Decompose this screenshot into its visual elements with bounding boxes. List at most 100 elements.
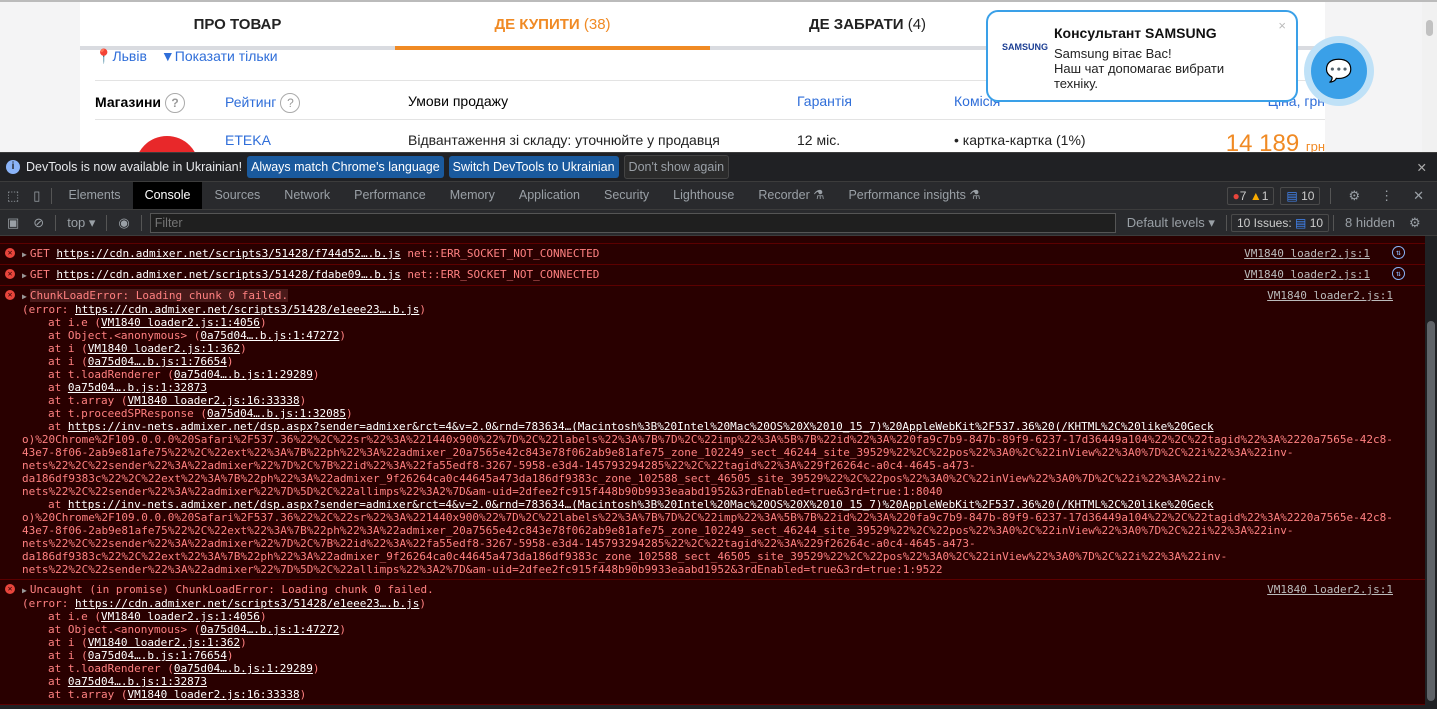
issues-icon: ▤ — [1286, 188, 1298, 203]
pin-icon: 📍 — [95, 48, 113, 64]
stack-frame-url: 43e7-8f06-2ab9e81afe75%22%2C%22ext%22%3A… — [22, 524, 1294, 537]
expand-icon[interactable]: ▶ — [22, 250, 27, 259]
error-icon: ✕ — [5, 269, 15, 279]
network-icon[interactable]: ⇅ — [1392, 267, 1405, 280]
stack-frame: at i.e (VM1840 loader2.js:1:4056) — [48, 610, 267, 623]
gear-icon[interactable]: ⚙ — [1341, 188, 1367, 204]
more-icon[interactable]: ⋮ — [1373, 188, 1400, 204]
dont-show-button[interactable]: Don't show again — [623, 155, 730, 179]
console-messages: ✕ ▶ GET https://cdn.admixer.net/scripts3/5… — [0, 236, 1425, 705]
stack-frame: at t.loadRenderer (0a75d04….b.js:1:29289… — [48, 662, 320, 675]
console-error[interactable]: ✕ ▶ ChunkLoadError: Loading chunk 0 failed… — [0, 286, 1425, 580]
error-icon: ● — [1232, 188, 1240, 203]
expand-icon[interactable]: ▶ — [22, 292, 27, 301]
context-select[interactable]: top ▾ — [60, 215, 102, 231]
error-warning-counter[interactable]: ●7 ▲1 — [1226, 186, 1275, 205]
stack-frame-url: o)%20Chrome%2F109.0.0.0%20Safari%2F537.3… — [22, 511, 1393, 524]
devtools-infobar: i DevTools is now available in Ukrainian… — [0, 152, 1437, 182]
filter-link[interactable]: ▼Показати тільки — [161, 48, 278, 65]
stack-frame-url: nets%22%2C%22sender%22%3A%22admixer%22%7… — [22, 537, 976, 550]
devtools-tabs: ⬚ ▯ Elements Console Sources Network Per… — [0, 182, 1437, 210]
stack-frame: at 0a75d04….b.js:1:32873 — [48, 675, 207, 688]
tab-pickup[interactable]: ДЕ ЗАБРАТИ (4) — [710, 2, 1025, 46]
web-page: ПРО ТОВАР ДЕ КУПИТИ (38) ДЕ ЗАБРАТИ (4) … — [0, 0, 1437, 152]
sidebar-toggle-icon[interactable]: ▣ — [0, 215, 26, 231]
stack-frame-url: o)%20Chrome%2F109.0.0.0%20Safari%2F537.3… — [22, 433, 1393, 446]
match-language-button[interactable]: Always match Chrome's language — [247, 156, 444, 178]
stack-frame-url: 43e7-8f06-2ab9e81afe75%22%2C%22ext%22%3A… — [22, 446, 1294, 459]
tab-network[interactable]: Network — [272, 182, 342, 209]
tab-application[interactable]: Application — [507, 182, 592, 209]
sort-warranty[interactable]: Гарантія — [797, 93, 852, 109]
chat-button[interactable]: 💬 — [1304, 36, 1374, 106]
issues-button[interactable]: 10 Issues: ▤ 10 — [1230, 213, 1330, 232]
tab-elements[interactable]: Elements — [56, 182, 132, 209]
tab-memory[interactable]: Memory — [438, 182, 507, 209]
stack-frame: at Object.<anonymous> (0a75d04….b.js:1:4… — [48, 329, 347, 342]
tab-security[interactable]: Security — [592, 182, 661, 209]
console-error[interactable]: ✕ ▶ GET https://cdn.admixer.net/scripts3/5… — [0, 265, 1425, 286]
stack-trace: at i.e (VM1840 loader2.js:1:4056) at Obje… — [22, 316, 1425, 420]
expand-icon[interactable]: ▶ — [22, 271, 27, 280]
error-icon: ✕ — [5, 290, 15, 300]
stack-frame-url: da186df9383c%22%2C%22ext%22%3A%7B%22ph%2… — [22, 550, 1228, 563]
network-icon[interactable]: ⇅ — [1392, 246, 1405, 259]
inspect-icon[interactable]: ⬚ — [0, 188, 26, 204]
switch-language-button[interactable]: Switch DevTools to Ukrainian — [448, 156, 619, 178]
device-toggle-icon[interactable]: ▯ — [26, 188, 47, 204]
close-devtools-icon[interactable]: ✕ — [1406, 188, 1431, 204]
console-toolbar: ▣ ⊘ top ▾ ◉ Default levels ▾ 10 Issues: … — [0, 210, 1437, 236]
stack-trace: at i.e (VM1840 loader2.js:1:4056) at Obje… — [22, 610, 1425, 701]
tab-performance[interactable]: Performance — [342, 182, 438, 209]
page-scrollbar[interactable] — [1422, 2, 1437, 152]
chat-popup: SAMSUNG Консультант SAMSUNG Samsung віта… — [986, 10, 1298, 102]
tab-performance-insights[interactable]: Performance insights ⚗ — [836, 182, 992, 209]
table-row: ETEKA Відвантаження зі складу: уточнюйте… — [95, 120, 1325, 152]
help-icon[interactable]: ? — [165, 93, 186, 113]
stack-frame-url: da186df9383c%22%2C%22ext%22%3A%7B%22ph%2… — [22, 472, 1228, 485]
stack-frame: at Object.<anonymous> (0a75d04….b.js:1:4… — [48, 623, 347, 636]
location-link[interactable]: 📍Львів — [95, 48, 147, 65]
console-error[interactable]: ✕ ▶ GET https://cdn.admixer.net/scripts3/5… — [0, 244, 1425, 265]
tab-console[interactable]: Console — [132, 182, 203, 209]
issues-icon: ▤ — [1295, 215, 1307, 230]
clear-console-icon[interactable]: ⊘ — [26, 215, 51, 231]
filter-input[interactable] — [149, 212, 1116, 233]
sort-rating[interactable]: Рейтинг? — [225, 93, 301, 113]
stack-frame: at i (0a75d04….b.js:1:76654) — [48, 355, 234, 368]
stack-frame: at t.proceedSPResponse (0a75d04….b.js:1:… — [48, 407, 353, 420]
stack-frame-url: at https://inv-nets.admixer.net/dsp.aspx… — [48, 420, 1214, 433]
levels-dropdown[interactable]: Default levels ▾ — [1120, 215, 1222, 231]
filter-icon: ▼ — [160, 48, 175, 64]
stack-frame: at i.e (VM1840 loader2.js:1:4056) — [48, 316, 267, 329]
tab-sources[interactable]: Sources — [202, 182, 272, 209]
console-error[interactable]: ✕ ▶ Uncaught (in promise) ChunkLoadError: … — [0, 580, 1425, 705]
console-settings-icon[interactable]: ⚙ — [1402, 215, 1428, 231]
eye-icon[interactable]: ◉ — [111, 215, 136, 231]
expand-icon[interactable]: ▶ — [22, 586, 27, 595]
tab-where-to-buy[interactable]: ДЕ КУПИТИ (38) — [395, 2, 710, 50]
info-icon: i — [6, 160, 20, 174]
stack-frame-url: at https://inv-nets.admixer.net/dsp.aspx… — [48, 498, 1214, 511]
stack-frame: at i (0a75d04….b.js:1:76654) — [48, 649, 234, 662]
close-icon[interactable]: × — [1278, 18, 1286, 33]
shop-logo — [135, 136, 199, 152]
stack-frame-url: nets%22%2C%22sender%22%3A%22admixer%22%7… — [22, 563, 943, 576]
tab-lighthouse[interactable]: Lighthouse — [661, 182, 746, 209]
stack-frame: at t.array (VM1840 loader2.js:16:33338) — [48, 688, 307, 701]
error-icon: ✕ — [5, 248, 15, 258]
stack-frame: at i (VM1840 loader2.js:1:362) — [48, 636, 247, 649]
shop-link[interactable]: ETEKA — [225, 132, 271, 148]
tab-about[interactable]: ПРО ТОВАР — [80, 2, 395, 46]
stack-frame-url: nets%22%2C%22sender%22%3A%22admixer%22%7… — [22, 459, 976, 472]
samsung-logo: SAMSUNG — [1002, 42, 1049, 52]
issues-counter[interactable]: ▤ 10 — [1280, 186, 1321, 205]
chat-icon: 💬 — [1311, 43, 1367, 99]
help-icon[interactable]: ? — [280, 93, 301, 113]
close-icon[interactable]: ✕ — [1417, 160, 1427, 175]
stack-frame: at i (VM1840 loader2.js:1:362) — [48, 342, 247, 355]
stack-frame-url: nets%22%2C%22sender%22%3A%22admixer%22%7… — [22, 485, 943, 498]
stack-trace-urls: at https://inv-nets.admixer.net/dsp.aspx… — [22, 420, 1425, 576]
tab-recorder[interactable]: Recorder ⚗ — [746, 182, 836, 209]
warning-icon: ▲ — [1249, 188, 1262, 203]
